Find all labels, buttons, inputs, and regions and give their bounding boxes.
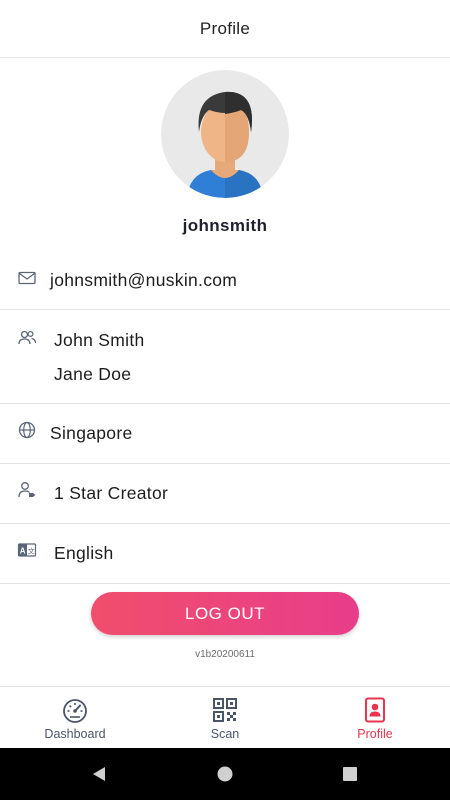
language-value: English bbox=[54, 543, 114, 563]
avatar-illustration-icon bbox=[161, 70, 289, 198]
home-circle-icon[interactable] bbox=[215, 764, 235, 784]
user-tag-icon bbox=[18, 482, 36, 498]
globe-icon bbox=[18, 421, 36, 439]
app-version: v1b20200611 bbox=[195, 649, 255, 660]
nav-profile[interactable]: Profile bbox=[300, 687, 450, 749]
country-value: Singapore bbox=[50, 423, 133, 443]
logout-button[interactable]: LOG OUT bbox=[91, 592, 359, 635]
qr-code-icon bbox=[213, 698, 237, 722]
people-icon bbox=[18, 330, 37, 345]
rank-row: 1 Star Creator bbox=[0, 464, 450, 524]
language-row: A 文 English bbox=[0, 524, 450, 584]
name-secondary: Jane Doe bbox=[54, 364, 132, 384]
nav-dashboard-label: Dashboard bbox=[44, 727, 106, 741]
recents-square-icon[interactable] bbox=[340, 764, 360, 784]
nav-profile-label: Profile bbox=[357, 727, 393, 741]
name-primary: John Smith bbox=[54, 330, 145, 350]
country-row: Singapore bbox=[0, 404, 450, 464]
speedometer-icon bbox=[63, 699, 87, 723]
nav-dashboard[interactable]: Dashboard bbox=[0, 687, 150, 749]
bottom-nav: Dashboard Scan Profile bbox=[0, 686, 450, 748]
app-header: Profile bbox=[0, 0, 450, 58]
envelope-icon bbox=[18, 271, 36, 285]
rank-value: 1 Star Creator bbox=[54, 483, 169, 503]
svg-text:文: 文 bbox=[28, 547, 35, 556]
profile-card-icon bbox=[365, 697, 385, 723]
email-row: johnsmith@nuskin.com bbox=[0, 250, 450, 310]
translate-icon: A 文 bbox=[17, 543, 37, 557]
svg-text:A: A bbox=[20, 547, 26, 556]
names-row: John Smith Jane Doe bbox=[0, 310, 450, 404]
nav-scan[interactable]: Scan bbox=[150, 687, 300, 749]
email-value: johnsmith@nuskin.com bbox=[50, 270, 238, 290]
avatar bbox=[161, 70, 289, 198]
system-nav-bar bbox=[0, 748, 450, 800]
back-triangle-icon[interactable] bbox=[90, 764, 110, 784]
username: johnsmith bbox=[182, 216, 268, 235]
page-title: Profile bbox=[199, 18, 251, 38]
nav-scan-label: Scan bbox=[210, 727, 240, 741]
